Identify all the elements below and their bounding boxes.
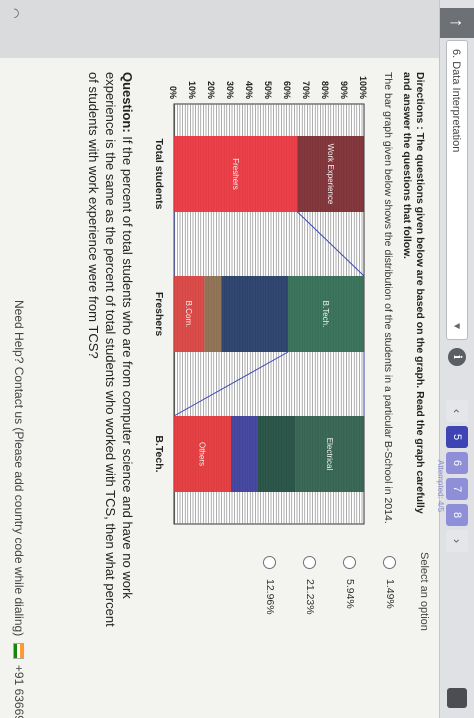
bar-segment: [257, 416, 296, 492]
y-tick-label: 60%: [282, 81, 292, 99]
help-phone[interactable]: +91 63669-3744: [12, 665, 26, 718]
bar-segment: [221, 276, 288, 352]
option-label: 21.23%: [304, 579, 316, 615]
option-label: 1.49%: [384, 579, 396, 609]
segment-label: B.Tech.: [321, 301, 330, 328]
option-4[interactable]: 12.96%: [252, 548, 288, 718]
radio-button[interactable]: [383, 556, 397, 569]
grid-view-button[interactable]: [447, 688, 467, 708]
section-select[interactable]: 6. Data Interpretation ▼: [446, 40, 468, 340]
y-tick-label: 50%: [263, 81, 273, 99]
question-block: Question: If the percent of total studen…: [85, 72, 136, 632]
page-button-6[interactable]: 6: [446, 452, 468, 474]
segment-label: Freshers: [231, 158, 240, 190]
india-flag-icon: [12, 642, 24, 659]
bar-segment: [230, 416, 258, 492]
wifi-icon: ◠: [8, 8, 22, 19]
y-tick-label: 30%: [225, 81, 235, 99]
attempted-count: Attempted: 4/5: [436, 460, 445, 513]
left-panel: [0, 0, 474, 58]
segment-label: Work Experience: [326, 144, 335, 205]
intro-text: The bar graph given below shows the dist…: [382, 72, 394, 524]
y-tick-label: 90%: [339, 81, 349, 99]
y-tick-label: 20%: [206, 81, 216, 99]
y-tick-label: 0%: [168, 86, 178, 99]
option-label: 5.94%: [344, 579, 356, 609]
directions-text: Directions : The questions given below a…: [401, 72, 426, 514]
x-category-label: Total students: [153, 139, 165, 210]
help-footer: Need Help? Contact us (Please add countr…: [12, 300, 26, 718]
radio-button[interactable]: [263, 556, 277, 569]
stacked-bar-chart: 100% 90% 80% 70% 60% 50% 40% 30% 20% 10% 0% Fresher…: [153, 76, 368, 525]
page-button-5[interactable]: 5: [446, 426, 468, 448]
options-panel: Select an option 1.49% 5.94% 21.23% 12.9…: [248, 548, 430, 718]
y-tick-label: 70%: [301, 81, 311, 99]
question-pager: ‹ 5 6 7 8 ›: [443, 400, 471, 552]
next-page-button[interactable]: ›: [446, 530, 468, 552]
radio-button[interactable]: [303, 556, 317, 569]
option-2[interactable]: 5.94%: [332, 548, 368, 718]
segment-label: Others: [198, 442, 207, 466]
option-1[interactable]: 1.49%: [372, 548, 408, 718]
option-label: 12.96%: [264, 579, 276, 615]
prev-page-button[interactable]: ‹: [446, 400, 468, 422]
bar-segment: [204, 276, 222, 352]
option-3[interactable]: 21.23%: [292, 548, 328, 718]
segment-label: Electrical: [325, 438, 334, 471]
options-title: Select an option: [418, 552, 430, 631]
back-arrow-icon[interactable]: ↑: [440, 8, 474, 38]
page-button-7[interactable]: 7: [446, 478, 468, 500]
help-text: Need Help? Contact us (Please add countr…: [12, 300, 26, 637]
radio-button[interactable]: [343, 556, 357, 569]
info-icon[interactable]: i: [448, 348, 466, 366]
y-tick-label: 10%: [187, 81, 197, 99]
top-bar: ↑ 6. Data Interpretation ▼ i ‹ 5 6 7 8 ›…: [436, 0, 474, 718]
y-tick-label: 40%: [244, 81, 254, 99]
y-tick-label: 80%: [320, 81, 330, 99]
question-text: If the percent of total students who are…: [86, 72, 135, 627]
segment-label: B.Com.: [184, 301, 193, 328]
x-category-label: Freshers: [153, 292, 165, 337]
section-select-value: 6. Data Interpretation: [450, 49, 462, 153]
chevron-down-icon: ▼: [451, 321, 462, 331]
x-category-label: B.Tech.: [153, 435, 165, 472]
y-tick-label: 100%: [358, 76, 368, 99]
question-label: Question:: [120, 72, 135, 133]
exam-screen: ↑ 6. Data Interpretation ▼ i ‹ 5 6 7 8 ›…: [0, 0, 474, 718]
page-button-8[interactable]: 8: [446, 504, 468, 526]
